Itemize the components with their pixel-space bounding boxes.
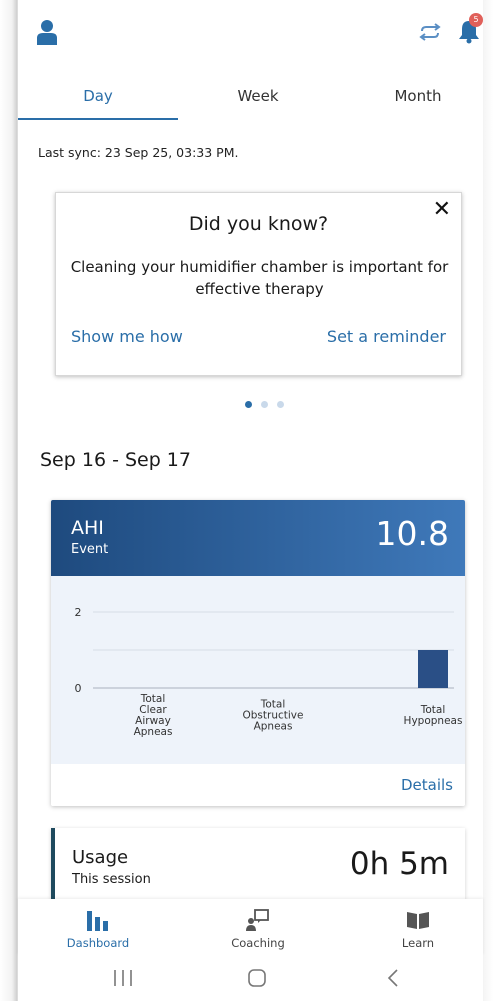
nav-learn-label: Learn (401, 936, 435, 950)
nav-coaching-label: Coaching (231, 936, 285, 950)
tab-day[interactable]: Day (18, 80, 178, 120)
usage-card[interactable]: Usage This session 0h 5m (51, 828, 465, 900)
ahi-chart-area: 0 2 Total Clear Airway Apneas Total Obstructive… (51, 576, 465, 764)
phone-frame: 5 Day Week Month Last sync: 23 Sep 25, 0… (0, 0, 493, 1001)
x-category-label: Apneas (254, 721, 293, 733)
dashboard-icon (87, 911, 108, 931)
recents-icon[interactable] (103, 965, 143, 991)
last-sync-text: Last sync: 23 Sep 25, 03:33 PM. (38, 145, 239, 160)
chart-bar (418, 650, 448, 688)
nav-learn[interactable]: Learn (338, 899, 493, 955)
set-reminder-link[interactable]: Set a reminder (327, 327, 446, 346)
nav-dashboard-label: Dashboard (66, 936, 130, 950)
ahi-subtitle: Event (71, 542, 109, 557)
tab-week[interactable]: Week (178, 80, 338, 120)
left-edge-shadow (0, 0, 18, 1001)
app-screen: 5 Day Week Month Last sync: 23 Sep 25, 0… (18, 0, 483, 1001)
ahi-bar-chart: 02TotalClearAirwayApneasTotalObstructive… (75, 606, 463, 738)
period-tabs: Day Week Month (18, 80, 483, 122)
back-icon[interactable] (373, 965, 413, 991)
top-app-bar: 5 (18, 0, 483, 70)
carousel-pager (245, 401, 295, 411)
ahi-card: AHI Event 10.8 0 2 Total Clear Airway Apneas T… (51, 500, 465, 806)
home-icon[interactable] (237, 965, 277, 991)
nav-dashboard[interactable]: Dashboard (18, 899, 178, 955)
ahi-footer: Details (51, 764, 465, 806)
coaching-icon (246, 909, 269, 931)
y-tick-label: 0 (75, 682, 82, 695)
usage-subtitle: This session (72, 872, 151, 887)
x-category-label: Apneas (134, 726, 173, 738)
sync-icon[interactable] (418, 23, 442, 41)
ahi-header: AHI Event 10.8 (51, 500, 465, 576)
show-me-how-link[interactable]: Show me how (71, 327, 183, 346)
notification-badge: 5 (469, 13, 483, 27)
x-category-label: Hypopneas (404, 715, 463, 727)
details-link[interactable]: Details (401, 776, 453, 794)
pager-dot[interactable] (245, 401, 252, 408)
bottom-navigation: Dashboard Coaching Learn (18, 899, 483, 955)
pager-dot[interactable] (277, 401, 284, 408)
usage-value: 0h 5m (349, 846, 449, 882)
nav-coaching[interactable]: Coaching (178, 899, 338, 955)
close-icon[interactable]: ✕ (433, 197, 451, 222)
ahi-value: 10.8 (375, 514, 449, 553)
tip-title: Did you know? (188, 213, 329, 235)
date-range-label: Sep 16 - Sep 17 (40, 449, 191, 471)
usage-title: Usage (72, 847, 129, 868)
book-icon (407, 912, 429, 929)
pager-dot[interactable] (261, 401, 268, 408)
system-navigation-bar (18, 955, 483, 1001)
tip-card: Did you know? ✕ Cleaning your humidifier… (55, 192, 462, 376)
person-icon[interactable] (37, 19, 57, 45)
ahi-title: AHI (71, 517, 104, 539)
y-tick-label: 2 (75, 606, 82, 619)
tip-body: Cleaning your humidifier chamber is impo… (70, 258, 449, 298)
active-tab-indicator (18, 118, 178, 120)
right-edge (483, 0, 493, 1001)
tab-month[interactable]: Month (338, 80, 493, 120)
